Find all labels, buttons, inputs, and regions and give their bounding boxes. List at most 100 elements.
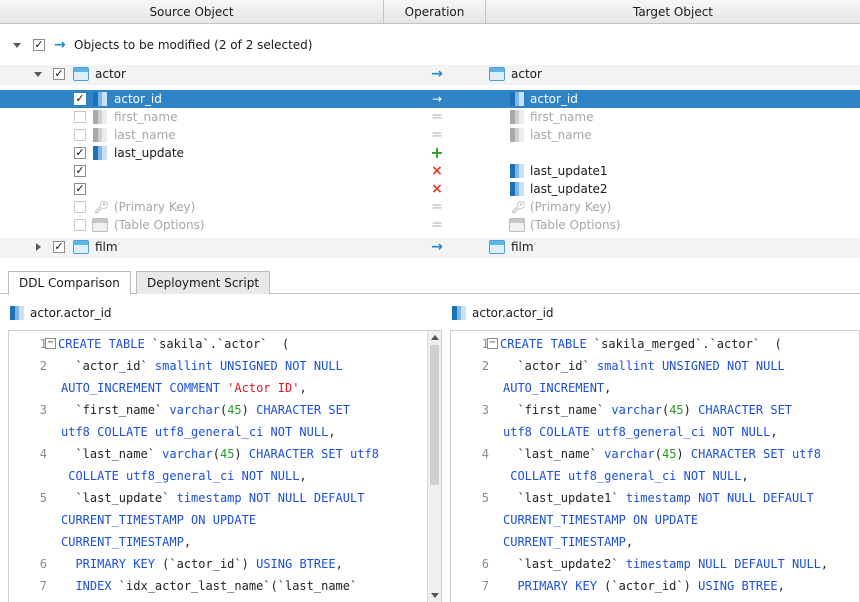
header-target-object[interactable]: Target Object <box>486 0 860 24</box>
table-icon <box>73 240 89 254</box>
column-icon <box>10 306 24 320</box>
column-checkbox[interactable] <box>74 129 86 141</box>
target-column-name: last_update2 <box>530 182 608 196</box>
column-checkbox[interactable]: ✓ <box>74 183 86 195</box>
film-checkbox[interactable]: ✓ <box>53 241 65 253</box>
code-line: PRIMARY KEY (`actor_id`) USING BTREE, <box>517 579 785 593</box>
tab-deployment-script[interactable]: Deployment Script <box>136 271 271 294</box>
equal-icon: = <box>431 109 443 125</box>
column-checkbox[interactable]: ✓ <box>74 165 86 177</box>
column-row[interactable]: first_name = first_name <box>0 108 860 126</box>
table-options-row[interactable]: (Table Options) = (Table Options) <box>0 216 860 234</box>
table-row-actor[interactable]: ✓ actor → actor <box>0 65 860 85</box>
right-object-name: actor.actor_id <box>472 306 554 320</box>
line-number: 4 <box>481 447 489 461</box>
primary-key-row[interactable]: 🔑︎ (Primary Key) = 🔑︎ (Primary Key) <box>0 198 860 216</box>
column-icon <box>510 110 524 124</box>
left-object-name: actor.actor_id <box>30 306 112 320</box>
line-number: 4 <box>39 447 47 461</box>
target-column-name: (Primary Key) <box>530 200 612 214</box>
column-icon <box>452 306 466 320</box>
table-icon <box>489 67 505 81</box>
source-column-name: first_name <box>114 110 178 124</box>
column-row[interactable]: last_name = last_name <box>0 126 860 144</box>
line-number: 2 <box>39 359 47 373</box>
column-icon <box>93 146 107 160</box>
add-icon: + <box>430 143 444 162</box>
source-column-name: (Table Options) <box>114 218 205 232</box>
line-number: 5 <box>481 491 489 505</box>
delete-icon: × <box>431 163 443 179</box>
root-checkbox[interactable]: ✓ <box>33 39 45 51</box>
expand-icon[interactable] <box>13 43 21 48</box>
line-number: 3 <box>39 403 47 417</box>
target-table-name: actor <box>511 67 542 81</box>
source-column-name: last_name <box>114 128 176 142</box>
target-column-name: last_update1 <box>530 164 608 178</box>
code-line: `actor_id` smallint UNSIGNED NOT NULL <box>61 359 343 373</box>
arrow-icon: → <box>54 37 66 53</box>
column-row[interactable]: ✓ × last_update1 <box>0 162 860 180</box>
column-row[interactable]: ✓ × last_update2 <box>0 180 860 198</box>
right-panel-title: actor.actor_id <box>450 302 860 324</box>
equal-icon: = <box>431 199 443 215</box>
code-line: `last_name` varchar(45) CHARACTER SET ut… <box>61 447 379 461</box>
scroll-up-icon[interactable] <box>431 335 439 340</box>
line-number: 5 <box>39 491 47 505</box>
scrollbar-thumb[interactable] <box>430 345 439 485</box>
left-ddl-editor[interactable]: 1− CREATE TABLE `sakila`.`actor` (2 `acto… <box>8 330 442 602</box>
header-operation[interactable]: Operation <box>384 0 486 24</box>
line-number: 7 <box>481 579 489 593</box>
code-line: CURRENT_TIMESTAMP, <box>61 535 192 549</box>
operation-arrow-icon: → <box>431 239 443 255</box>
equal-icon: = <box>431 127 443 143</box>
column-checkbox[interactable] <box>74 201 86 213</box>
delete-icon: × <box>431 181 443 197</box>
code-line: `last_update1` timestamp NOT NULL DEFAUL… <box>503 491 814 505</box>
source-table-name: film <box>95 240 118 254</box>
code-line: CURRENT_TIMESTAMP ON UPDATE <box>503 513 699 527</box>
column-row[interactable]: ✓ last_update + <box>0 144 860 162</box>
column-checkbox[interactable] <box>74 219 86 231</box>
line-number: 2 <box>481 359 489 373</box>
column-header: Source Object Operation Target Object <box>0 0 860 24</box>
key-icon: 🔑︎ <box>511 200 527 214</box>
vertical-scrollbar[interactable] <box>427 331 441 602</box>
code-line: COLLATE utf8_general_ci NOT NULL, <box>68 469 307 483</box>
right-ddl-editor[interactable]: 1− CREATE TABLE `sakila_merged`.`actor` (… <box>450 330 860 602</box>
target-column-name: last_name <box>530 128 592 142</box>
column-icon <box>510 92 524 106</box>
fold-toggle-icon[interactable]: − <box>45 338 56 349</box>
column-row[interactable]: ✓ actor_id → actor_id <box>0 90 860 108</box>
column-checkbox[interactable]: ✓ <box>74 93 86 105</box>
code-line: `actor_id` smallint UNSIGNED NOT NULL <box>503 359 785 373</box>
column-icon <box>93 128 107 142</box>
code-line: CREATE TABLE `sakila`.`actor` ( <box>58 337 290 351</box>
root-group-row[interactable]: ✓ → Objects to be modified (2 of 2 selec… <box>0 36 860 56</box>
code-line: AUTO_INCREMENT, <box>503 381 612 395</box>
table-icon <box>73 67 89 81</box>
expand-icon[interactable] <box>36 243 41 251</box>
column-icon <box>510 164 524 178</box>
fold-toggle-icon[interactable]: − <box>487 338 498 349</box>
column-checkbox[interactable] <box>74 111 86 123</box>
tab-ddl-comparison[interactable]: DDL Comparison <box>8 271 131 295</box>
scroll-down-icon[interactable] <box>431 593 439 598</box>
source-table-name: actor <box>95 67 126 81</box>
source-column-name: last_update <box>114 146 184 160</box>
table-icon <box>489 240 505 254</box>
target-column-name: actor_id <box>530 92 578 106</box>
header-source-object[interactable]: Source Object <box>0 0 384 24</box>
table-row-film[interactable]: ✓ film → film <box>0 238 860 258</box>
left-panel-title: actor.actor_id <box>8 302 428 324</box>
code-line: `last_update` timestamp NOT NULL DEFAULT <box>61 491 365 505</box>
expand-icon[interactable] <box>34 72 42 77</box>
equal-icon: = <box>431 217 443 233</box>
actor-checkbox[interactable]: ✓ <box>53 68 65 80</box>
column-checkbox[interactable]: ✓ <box>74 147 86 159</box>
code-line: utf8 COLLATE utf8_general_ci NOT NULL, <box>61 425 336 439</box>
column-icon <box>510 182 524 196</box>
line-number: 6 <box>481 557 489 571</box>
source-column-name: (Primary Key) <box>114 200 196 214</box>
target-column-name: (Table Options) <box>530 218 621 232</box>
